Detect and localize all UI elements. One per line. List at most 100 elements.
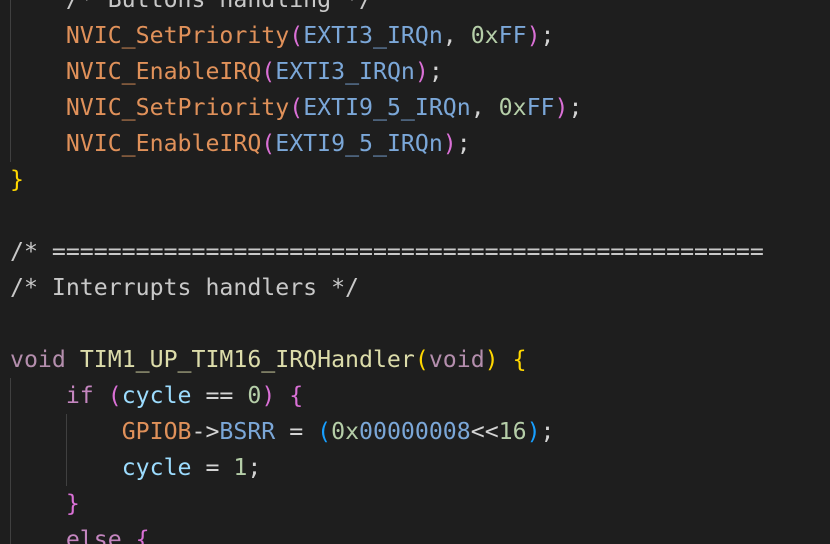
code-token: ; bbox=[456, 130, 471, 157]
code-token: ) bbox=[526, 22, 541, 49]
code-token: } bbox=[10, 166, 24, 193]
code-token: << bbox=[470, 418, 499, 445]
code-token: EXTI9_5_IRQn bbox=[275, 130, 443, 157]
code-token: 00000008 bbox=[359, 418, 471, 445]
code-line[interactable] bbox=[10, 198, 764, 234]
code-token: = bbox=[191, 454, 234, 481]
code-token: 0x bbox=[331, 418, 360, 445]
indent-guide bbox=[10, 0, 11, 18]
code-token: NVIC_EnableIRQ bbox=[65, 58, 262, 85]
code-line[interactable]: NVIC_SetPriority(EXTI9_5_IRQn, 0xFF); bbox=[10, 90, 764, 126]
code-token: /* Buttons handling */ bbox=[66, 0, 373, 13]
code-token: NVIC_SetPriority bbox=[65, 22, 290, 49]
code-area[interactable]: /* Buttons handling */ NVIC_SetPriority(… bbox=[10, 0, 764, 544]
indent-guide bbox=[10, 90, 11, 126]
code-token: EXTI3_IRQn bbox=[303, 22, 443, 49]
code-token: ; bbox=[428, 58, 443, 85]
code-token: = bbox=[275, 418, 318, 445]
code-line[interactable]: cycle = 1; bbox=[10, 450, 764, 486]
code-token: 16 bbox=[498, 418, 527, 445]
code-token: ( bbox=[289, 22, 304, 49]
code-token: NVIC_EnableIRQ bbox=[65, 130, 262, 157]
code-token: EXTI3_IRQn bbox=[275, 58, 415, 85]
code-token: ; bbox=[540, 22, 555, 49]
code-line[interactable]: NVIC_EnableIRQ(EXTI9_5_IRQn); bbox=[10, 126, 764, 162]
code-token: 0 bbox=[247, 382, 262, 409]
indent-guide bbox=[10, 522, 11, 544]
indent-guide bbox=[10, 486, 11, 522]
code-line[interactable]: void TIM1_UP_TIM16_IRQHandler(void) { bbox=[10, 342, 764, 378]
code-token: 0x bbox=[470, 22, 499, 49]
code-token: -> bbox=[191, 418, 220, 445]
code-token: cycle bbox=[121, 454, 192, 481]
code-line[interactable]: NVIC_EnableIRQ(EXTI3_IRQn); bbox=[10, 54, 764, 90]
code-token: NVIC_SetPriority bbox=[65, 94, 290, 121]
code-line[interactable]: GPIOB->BSRR = (0x00000008<<16); bbox=[10, 414, 764, 450]
code-line[interactable]: else { bbox=[10, 522, 764, 544]
code-token: cycle bbox=[121, 382, 192, 409]
code-token: == bbox=[191, 382, 248, 409]
indent-guide bbox=[10, 414, 11, 450]
code-token: ( bbox=[414, 346, 429, 373]
code-token: ) bbox=[414, 58, 429, 85]
code-line[interactable]: /* =====================================… bbox=[10, 234, 764, 270]
code-token: { bbox=[135, 526, 150, 544]
code-token: EXTI9_5_IRQn bbox=[303, 94, 471, 121]
code-token: , bbox=[442, 22, 471, 49]
indent-guide bbox=[10, 54, 11, 90]
code-token: } bbox=[65, 490, 80, 517]
code-line[interactable]: NVIC_SetPriority(EXTI3_IRQn, 0xFF); bbox=[10, 18, 764, 54]
code-token: BSRR bbox=[219, 418, 276, 445]
code-token: void bbox=[10, 346, 66, 373]
code-token: ; bbox=[568, 94, 583, 121]
code-token: FF bbox=[526, 94, 555, 121]
code-token: { bbox=[289, 382, 304, 409]
code-token: ; bbox=[247, 454, 262, 481]
code-token: ) bbox=[526, 418, 541, 445]
indent-guide bbox=[10, 450, 11, 486]
code-token: if bbox=[65, 382, 94, 409]
code-token: ) bbox=[442, 130, 457, 157]
code-token: 0x bbox=[498, 94, 527, 121]
code-token: ( bbox=[107, 382, 122, 409]
code-line[interactable] bbox=[10, 306, 764, 342]
code-token: void bbox=[428, 346, 485, 373]
code-line[interactable]: /* Buttons handling */ bbox=[10, 0, 764, 18]
indent-guide bbox=[10, 18, 11, 54]
code-token: TIM1_UP_TIM16_IRQHandler bbox=[79, 346, 415, 373]
code-line[interactable]: } bbox=[10, 486, 764, 522]
code-token: ( bbox=[261, 130, 276, 157]
code-token: , bbox=[470, 94, 499, 121]
code-token: FF bbox=[498, 22, 527, 49]
code-token: /* =====================================… bbox=[10, 238, 764, 265]
code-editor[interactable]: /* Buttons handling */ NVIC_SetPriority(… bbox=[0, 0, 830, 544]
code-token: ( bbox=[317, 418, 332, 445]
code-token: GPIOB bbox=[121, 418, 192, 445]
code-line[interactable]: if (cycle == 0) { bbox=[10, 378, 764, 414]
code-token: ( bbox=[289, 94, 304, 121]
code-token: ) bbox=[484, 346, 499, 373]
code-token: ) bbox=[261, 382, 276, 409]
code-token: else bbox=[65, 526, 122, 544]
code-token: 1 bbox=[233, 454, 248, 481]
code-line[interactable]: } bbox=[10, 162, 764, 198]
indent-guide bbox=[10, 378, 11, 414]
indent-guide bbox=[66, 450, 67, 486]
code-token: ) bbox=[554, 94, 569, 121]
code-line[interactable]: /* Interrupts handlers */ bbox=[10, 270, 764, 306]
code-token: ; bbox=[540, 418, 555, 445]
code-token: ( bbox=[261, 58, 276, 85]
indent-guide bbox=[10, 126, 11, 162]
code-token: { bbox=[512, 346, 527, 373]
